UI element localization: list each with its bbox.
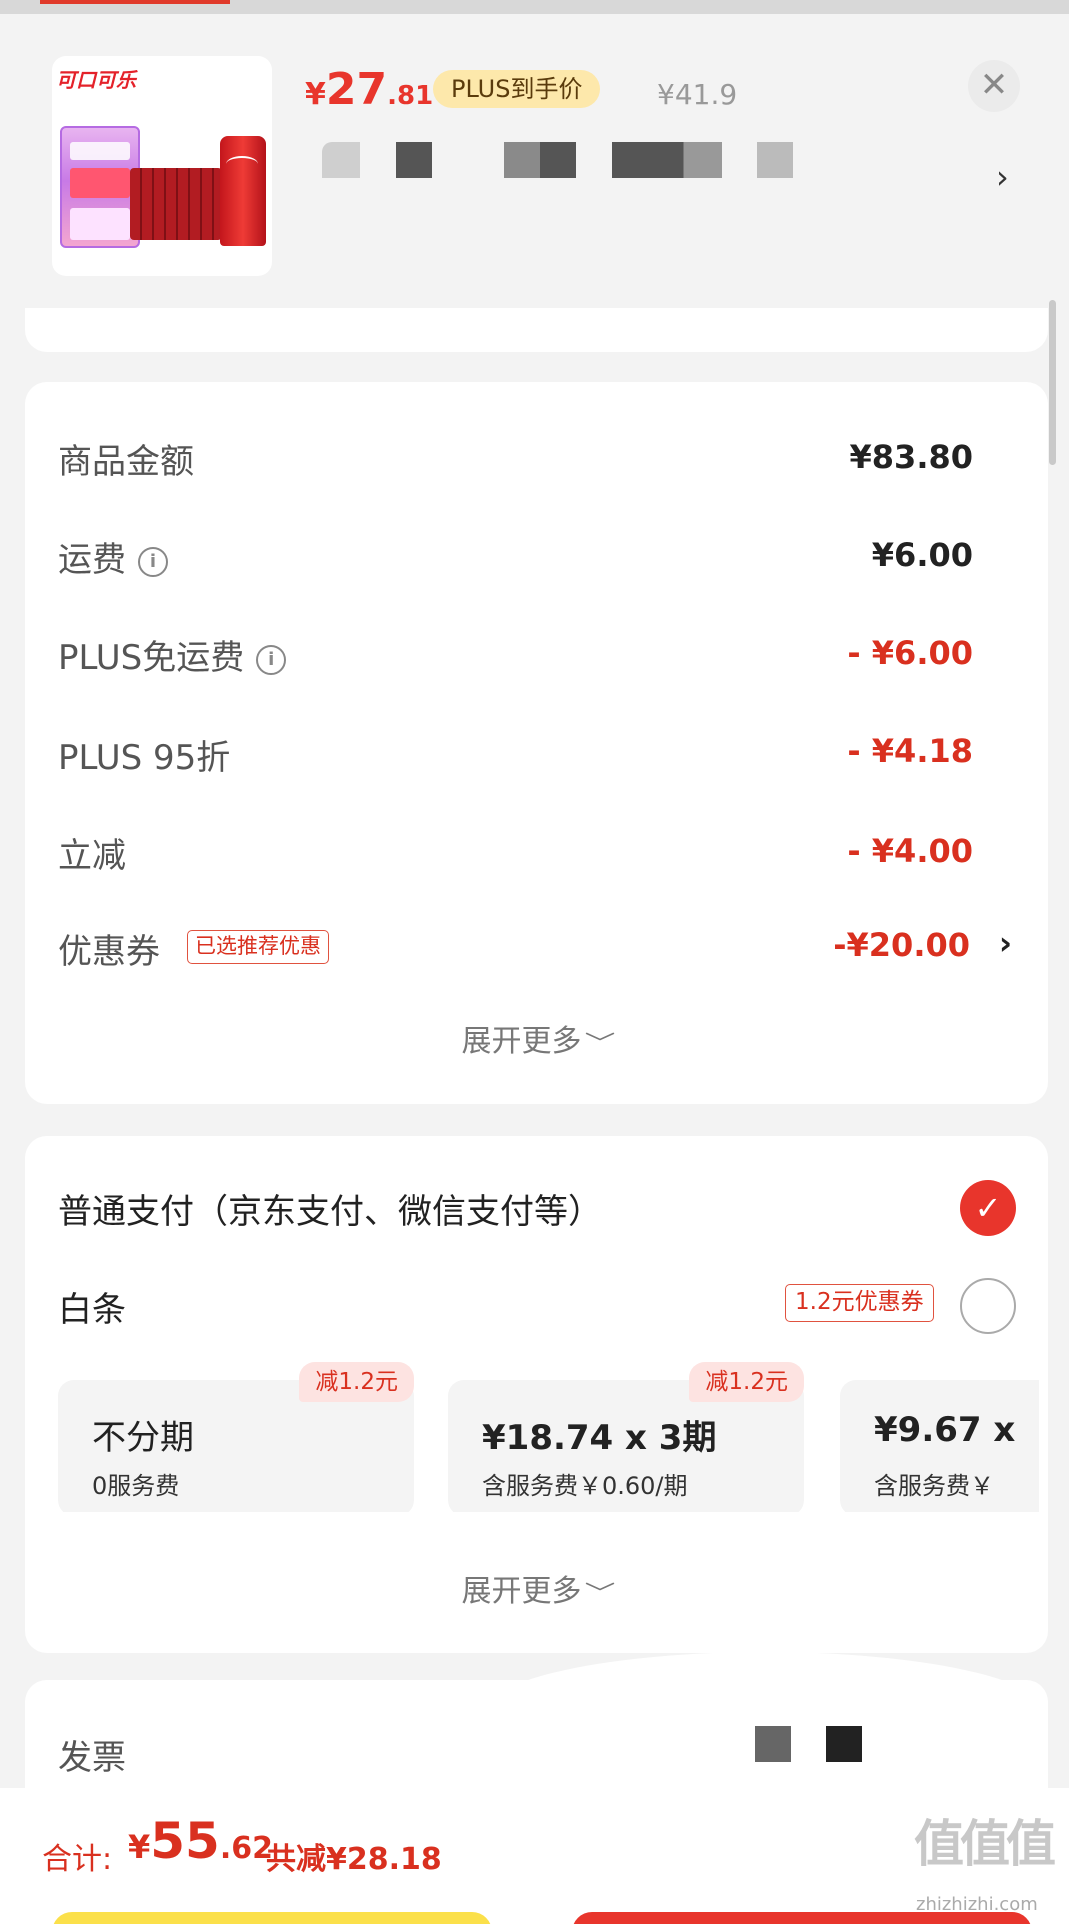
normal-payment-option[interactable]: 普通支付（京东支付、微信支付等） bbox=[58, 1184, 602, 1233]
total-saved: 共减¥28.18 bbox=[266, 1842, 442, 1877]
plan-subtitle: 含服务费￥0.60/期 bbox=[482, 1472, 688, 1500]
blur-block bbox=[755, 1726, 791, 1762]
price-integer: 27 bbox=[325, 64, 388, 115]
plan-title: ¥18.74 x 3期 bbox=[482, 1418, 717, 1458]
chevron-down-icon: ﹀ bbox=[585, 1582, 616, 1607]
product-thumbnail[interactable]: 可口可乐 bbox=[52, 56, 272, 276]
watermark-url: zhizhizhi.com bbox=[916, 1894, 1038, 1915]
blur-block bbox=[504, 142, 576, 178]
blur-block bbox=[396, 142, 432, 178]
expand-more-label: 展开更多 bbox=[461, 1024, 582, 1059]
row-label-shipping: 运费 i bbox=[58, 532, 168, 581]
coupon-selected-tag: 已选推荐优惠 bbox=[187, 930, 329, 964]
row-label-plus-free-shipping: PLUS免运费 i bbox=[58, 630, 287, 679]
row-value-instant-discount: - ¥4.00 bbox=[847, 832, 973, 870]
top-strip bbox=[0, 0, 1069, 14]
total-integer: 55 bbox=[150, 1812, 220, 1870]
gift-box-image bbox=[60, 126, 140, 248]
checkout-sheet: 可口可乐 ¥27.81 PLUS到手价 ¥41.9 ✕ › 商品金额 ¥83.8… bbox=[0, 0, 1069, 1924]
popup-tail bbox=[485, 1652, 1045, 1712]
row-value-goods-amount: ¥83.80 bbox=[849, 438, 973, 476]
blur-block bbox=[322, 142, 360, 178]
checkmark-icon[interactable]: ✓ bbox=[960, 1180, 1016, 1236]
blurred-spec-text[interactable] bbox=[322, 142, 802, 178]
info-icon[interactable]: i bbox=[138, 546, 168, 577]
plan-discount-tag: 减1.2元 bbox=[299, 1362, 414, 1402]
installment-plan[interactable]: ¥9.67 x 含服务费￥ bbox=[840, 1380, 1039, 1512]
expand-more-button[interactable]: 展开更多 ﹀ bbox=[25, 1566, 1048, 1610]
cans-pack-image bbox=[130, 168, 222, 240]
plan-title: ¥9.67 x bbox=[874, 1410, 1016, 1450]
blur-block bbox=[826, 1726, 862, 1762]
row-label-instant-discount: 立减 bbox=[58, 836, 126, 876]
scrollbar[interactable] bbox=[1049, 300, 1056, 465]
plus-free-shipping-text: PLUS免运费 bbox=[58, 638, 245, 678]
row-value-plus-free-shipping: - ¥6.00 bbox=[847, 634, 973, 672]
baitiao-coupon-tag: 1.2元优惠券 bbox=[785, 1284, 934, 1322]
blur-block bbox=[612, 142, 722, 178]
row-label-plus-discount: PLUS 95折 bbox=[58, 738, 231, 778]
baitiao-radio[interactable] bbox=[960, 1278, 1016, 1334]
total-currency: ¥ bbox=[128, 1828, 151, 1866]
row-label-goods-amount: 商品金额 bbox=[58, 442, 194, 482]
total-price: ¥55.62 bbox=[128, 1812, 273, 1870]
chevron-right-icon[interactable]: › bbox=[999, 924, 1012, 962]
installment-plans: 减1.2元 不分期 0服务费 减1.2元 ¥18.74 x 3期 含服务费￥0.… bbox=[58, 1362, 1039, 1512]
installment-plan[interactable]: 减1.2元 不分期 0服务费 bbox=[58, 1362, 414, 1512]
installment-plan[interactable]: 减1.2元 ¥18.74 x 3期 含服务费￥0.60/期 bbox=[448, 1362, 804, 1512]
plan-subtitle: 含服务费￥ bbox=[874, 1472, 994, 1500]
gift-box-panel bbox=[70, 168, 130, 198]
price-detail-card: 商品金额 ¥83.80 运费 i ¥6.00 PLUS免运费 i - ¥6.00 P… bbox=[25, 382, 1048, 1104]
secondary-pay-button[interactable] bbox=[52, 1912, 492, 1924]
close-button[interactable]: ✕ bbox=[968, 60, 1020, 112]
row-label-coupon[interactable]: 优惠券 bbox=[58, 924, 160, 973]
payment-card: 普通支付（京东支付、微信支付等） ✓ 白条 1.2元优惠券 减1.2元 不分期 … bbox=[25, 1136, 1048, 1653]
gift-box-panel bbox=[70, 142, 130, 160]
close-icon: ✕ bbox=[979, 65, 1009, 105]
price-decimal: .81 bbox=[387, 81, 434, 111]
chevron-right-icon[interactable]: › bbox=[996, 158, 1009, 196]
expand-more-button[interactable]: 展开更多 ﹀ bbox=[25, 1016, 1048, 1060]
info-icon[interactable]: i bbox=[256, 644, 287, 675]
row-value-plus-discount: - ¥4.18 bbox=[847, 732, 973, 770]
can-image bbox=[220, 136, 266, 246]
invoice-label: 发票 bbox=[58, 1738, 126, 1778]
blur-block bbox=[757, 142, 793, 178]
plan-title: 不分期 bbox=[92, 1418, 194, 1458]
expand-more-label: 展开更多 bbox=[461, 1574, 582, 1609]
total-label: 合计: bbox=[42, 1842, 113, 1877]
watermark-logo: 值值值 bbox=[914, 1815, 1056, 1873]
row-value-coupon[interactable]: -¥20.00 bbox=[833, 926, 970, 964]
chevron-down-icon: ﹀ bbox=[585, 1032, 616, 1057]
baitiao-option[interactable]: 白条 bbox=[58, 1282, 126, 1331]
top-red-bar bbox=[40, 0, 230, 4]
shipping-label-text: 运费 bbox=[58, 540, 126, 580]
plus-price: ¥27.81 bbox=[305, 64, 433, 115]
original-price: ¥41.9 bbox=[657, 78, 738, 111]
checkout-bar: 合计: ¥55.62 共减¥28.18 值值值 zhizhizhi.com bbox=[0, 1788, 1069, 1924]
coca-cola-logo: 可口可乐 bbox=[56, 68, 136, 92]
gift-box-panel bbox=[70, 208, 130, 240]
plus-price-badge: PLUS到手价 bbox=[433, 70, 601, 108]
price-currency: ¥ bbox=[305, 77, 326, 112]
row-value-shipping: ¥6.00 bbox=[871, 536, 973, 574]
plan-subtitle: 0服务费 bbox=[92, 1472, 180, 1500]
plan-discount-tag: 减1.2元 bbox=[689, 1362, 804, 1402]
address-card-bottom bbox=[25, 308, 1048, 352]
